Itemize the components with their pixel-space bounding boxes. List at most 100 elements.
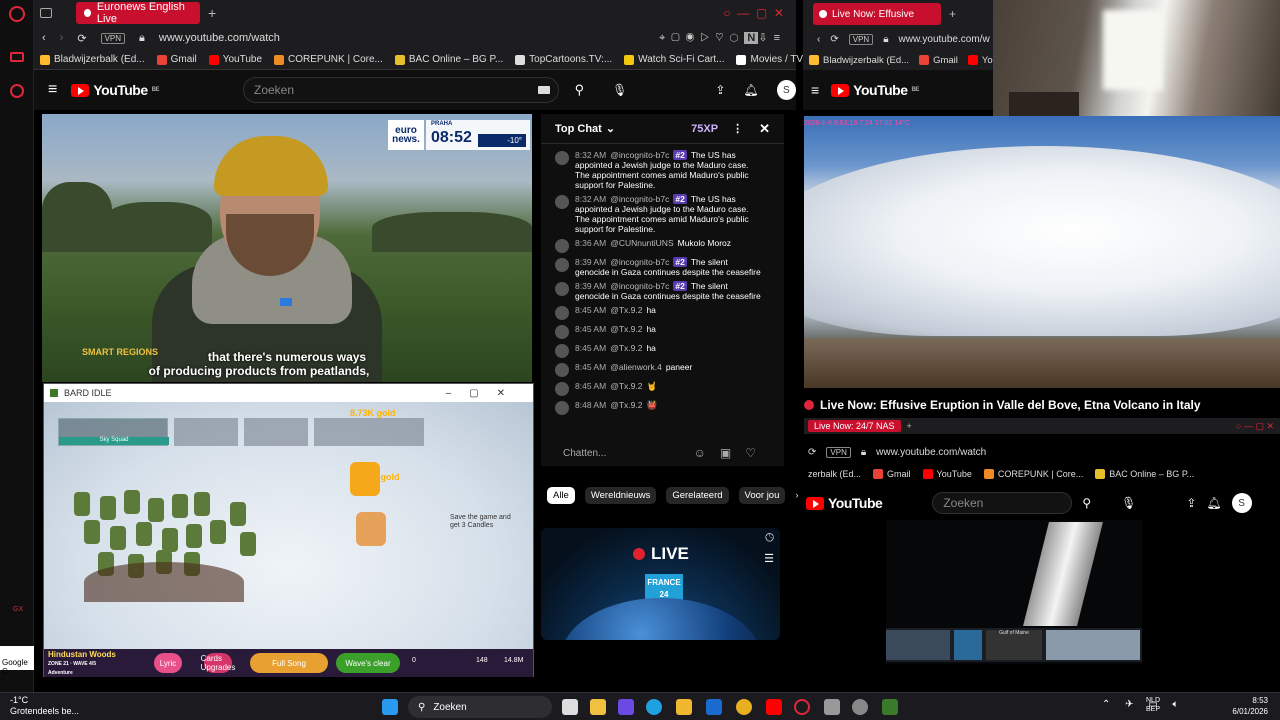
search-icon[interactable]: ⚲ (1082, 496, 1091, 510)
xp-badge[interactable]: 75XP (691, 123, 718, 135)
bookmark-item[interactable]: COREPUNK | Core... (983, 469, 1083, 479)
iss-live-video[interactable]: Gulf of Maine (886, 520, 1142, 664)
chip-for-you[interactable]: Voor jou (738, 486, 786, 504)
vpn-badge[interactable]: VPN (826, 446, 851, 458)
chat-message[interactable]: 8:48 AM @Tx.9.2 👹 (541, 398, 784, 417)
bookmark-item[interactable]: Gmail (919, 55, 958, 66)
explorer-icon[interactable] (676, 699, 692, 715)
bookmark-item[interactable]: Bladwijzerbalk (Ed... (40, 54, 145, 65)
bard-idle-taskbar-icon[interactable] (882, 699, 898, 715)
chat-message[interactable]: 8:45 AM @Tx.9.2 ha (541, 303, 784, 322)
chat-message[interactable]: 8:32 AM @incognito-b7c #2 The US has appoin… (541, 148, 784, 192)
bookmark-item[interactable]: YouTube (922, 469, 972, 479)
watch-later-icon[interactable]: 🕒︎ (765, 532, 774, 545)
window-controls[interactable]: ○ — ▢ ✕ (723, 6, 784, 20)
settings-icon[interactable] (852, 699, 868, 715)
menu-icon[interactable]: ≡ (48, 81, 57, 99)
home-icon[interactable] (10, 52, 24, 62)
bookmark-item[interactable]: YouTube (967, 55, 993, 66)
chat-message[interactable]: 8:45 AM @Tx.9.2 ha (541, 322, 784, 341)
chat-input-field[interactable]: Chatten... ☺▣♡ (541, 440, 784, 466)
chat-message[interactable]: 8:39 AM @incognito-b7c #2 The silent genoci… (541, 255, 784, 279)
chip-related[interactable]: Gerelateerd (666, 486, 729, 504)
tab-menu-icon[interactable] (40, 8, 52, 18)
history-icon[interactable] (10, 84, 24, 98)
france24-live-thumbnail[interactable]: LIVE FRANCE 24 🕒︎ ☰ (541, 528, 780, 640)
youtube-logo[interactable]: YouTube BE (831, 82, 919, 98)
microphone-icon[interactable]: 🎙︎ (612, 83, 627, 97)
chevron-right-icon[interactable]: › (795, 490, 798, 501)
calculator-icon[interactable] (824, 699, 840, 715)
chip-all[interactable]: Alle (547, 486, 575, 504)
bookmark-item[interactable]: Gmail (156, 54, 197, 65)
teams-icon[interactable] (618, 699, 634, 715)
youtube-icon[interactable] (766, 699, 782, 715)
new-tab-button[interactable]: + (907, 421, 912, 431)
tab-nasa[interactable]: Live Now: 24/7 NAS (808, 420, 901, 432)
bookmark-item[interactable]: Watch Sci-Fi Cart... (624, 54, 724, 65)
search-input[interactable]: Zoeken (243, 77, 559, 103)
chat-message-list[interactable]: 8:32 AM @incognito-b7c #2 The US has appoin… (541, 144, 784, 417)
chat-avatar[interactable] (555, 382, 569, 396)
chat-mode-dropdown[interactable]: Top Chat (555, 123, 602, 135)
chat-message[interactable]: 8:45 AM @alienwork.4 paneer (541, 360, 784, 379)
chip-world-news[interactable]: Wereldnieuws (584, 486, 657, 504)
etna-volcano-video[interactable]: 2026-1-6 8:53:19 7:24 17:02 14°C (804, 116, 1280, 388)
chat-avatar[interactable] (555, 363, 569, 377)
chat-avatar[interactable] (555, 239, 569, 253)
party-slot[interactable] (244, 418, 308, 446)
google-chrome-shortcut[interactable]: Google C (0, 646, 34, 676)
chat-avatar[interactable] (555, 151, 569, 165)
taskbar-search[interactable]: ⚲ Zoeken (408, 696, 552, 718)
clock[interactable]: 8:53 6/01/2026 (1222, 695, 1268, 717)
back-icon[interactable]: ‹ (42, 32, 46, 44)
chat-avatar[interactable] (555, 306, 569, 320)
reload-icon[interactable]: ⟳ (77, 32, 86, 45)
url-field[interactable]: www.youtube.com/w (899, 34, 990, 45)
bookmark-item[interactable]: Gmail (873, 469, 911, 479)
bard-window-controls[interactable]: –▢✕ (446, 388, 523, 399)
opera-gx-icon[interactable] (794, 699, 810, 715)
chat-message[interactable]: 8:45 AM @Tx.9.2 🤘 (541, 379, 784, 398)
chat-message[interactable]: 8:39 AM @incognito-b7c #2 The silent genoci… (541, 279, 784, 303)
more-options-icon[interactable]: ⋮ (732, 122, 743, 135)
youtube-logo[interactable]: YouTube (806, 495, 883, 511)
notifications-icon[interactable]: 🔔︎ (1206, 496, 1221, 510)
youtube-logo[interactable]: YouTube BE (71, 82, 160, 98)
bookmark-item[interactable]: BAC Online – BG P... (394, 54, 503, 65)
tab-etna[interactable]: Live Now: Effusive (813, 3, 941, 25)
upload-icon[interactable]: ⇪ (1186, 496, 1196, 510)
bookmark-item[interactable]: COREPUNK | Core... (274, 54, 383, 65)
avatar[interactable]: S (1231, 493, 1252, 513)
bard-game-scene[interactable]: Sky Squad 8.73K gold 8.75K gold Save the… (44, 402, 533, 677)
outlook-icon[interactable] (706, 699, 722, 715)
store-icon[interactable] (590, 699, 606, 715)
bookmark-item[interactable]: YouTube (208, 54, 262, 65)
toolbar-icons[interactable]: ⌖▢◉▷♡⬡ N ⇩≡ (659, 31, 786, 45)
task-view-icon[interactable] (562, 699, 578, 715)
notifications-icon[interactable]: 🔔︎ (743, 83, 758, 97)
lyric-button[interactable]: Lyric (154, 653, 182, 673)
url-field[interactable]: www.youtube.com/watch (876, 447, 986, 458)
chrome-icon[interactable] (736, 699, 752, 715)
chat-message[interactable]: 8:36 AM @CUNnuntiUNS Mukolo Moroz (541, 236, 784, 255)
cards-button[interactable]: Cards Upgrades (201, 653, 235, 673)
window-controls[interactable]: ○ — ▢ ✕ (1236, 421, 1274, 432)
chevron-down-icon[interactable]: ⌄ (606, 122, 615, 135)
chat-message[interactable]: 8:32 AM @incognito-b7c #2 The US has appoin… (541, 192, 784, 236)
menu-icon[interactable]: ≡ (811, 82, 819, 98)
euronews-video-player[interactable]: euro news. PRAHA 08:52 -10° SMART REGION… (42, 114, 532, 382)
chat-message[interactable]: 8:45 AM @Tx.9.2 ha (541, 341, 784, 360)
chat-avatar[interactable] (555, 401, 569, 415)
close-icon[interactable]: ✕ (759, 121, 770, 137)
party-slot[interactable] (174, 418, 238, 446)
reload-icon[interactable]: ⟳ (830, 34, 838, 45)
tray-icons[interactable]: ⌃ ✈ ▭ 🔈︎ (1102, 699, 1185, 710)
keyboard-icon[interactable] (537, 86, 550, 94)
wave-clear-button[interactable]: Wave's clear (336, 653, 400, 673)
language-indicator[interactable]: NLD BEP (1146, 696, 1160, 714)
forward-icon[interactable]: › (60, 32, 64, 44)
back-icon[interactable]: ‹ (817, 34, 820, 45)
bookmark-item[interactable]: Bladwijzerbalk (Ed... (809, 55, 909, 66)
start-icon[interactable] (382, 699, 398, 715)
